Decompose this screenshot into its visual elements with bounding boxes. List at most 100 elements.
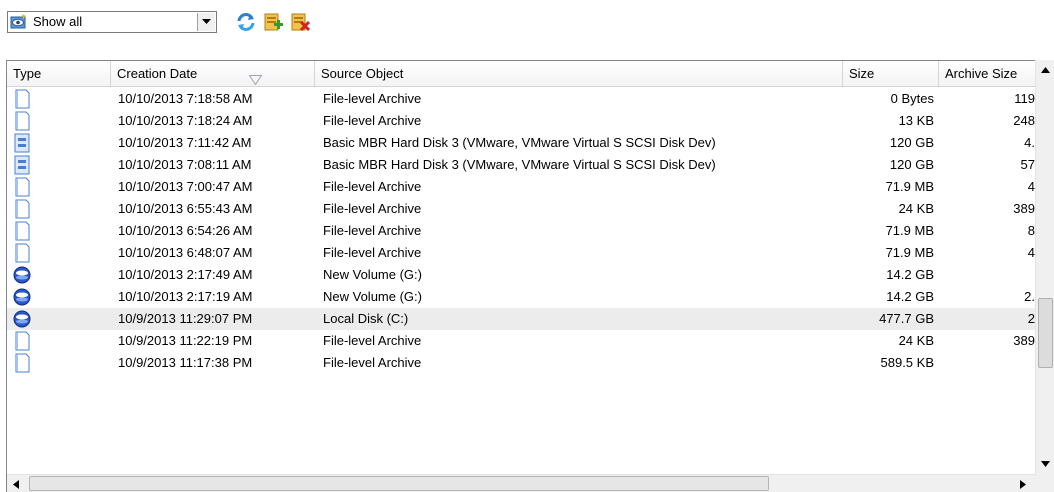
archive-size-cell: 8 bbox=[1027, 223, 1035, 238]
archive-size-cell: 4. bbox=[1024, 135, 1035, 150]
archive-size-cell: 2. bbox=[1024, 289, 1035, 304]
table-row[interactable]: 10/10/2013 6:54:26 AM File-level Archive 7… bbox=[7, 220, 1037, 242]
type-cell bbox=[9, 154, 109, 176]
table-row[interactable]: 10/9/2013 11:29:07 PM Local Disk (C:) 477.… bbox=[7, 308, 1037, 330]
file-archive-icon bbox=[13, 353, 31, 373]
volume-archive-icon bbox=[13, 287, 31, 307]
column-header-label: Type bbox=[13, 66, 42, 81]
type-cell bbox=[9, 242, 109, 264]
size-cell: 0 Bytes bbox=[890, 91, 934, 106]
type-cell bbox=[9, 352, 109, 374]
disk-archive-icon bbox=[13, 155, 31, 175]
size-cell: 24 KB bbox=[898, 333, 934, 348]
type-cell bbox=[9, 308, 109, 330]
size-cell: 14.2 GB bbox=[886, 267, 934, 282]
refresh-button[interactable] bbox=[235, 11, 257, 33]
file-archive-icon bbox=[13, 111, 31, 131]
table-row[interactable]: 10/10/2013 2:17:49 AM New Volume (G:) 14.2… bbox=[7, 264, 1037, 286]
toolbar: Show all bbox=[0, 0, 1054, 44]
size-cell: 13 KB bbox=[898, 113, 934, 128]
source-object-cell: File-level Archive bbox=[323, 91, 422, 106]
archive-size-cell: 248 bbox=[1013, 113, 1035, 128]
size-cell: 477.7 GB bbox=[879, 311, 934, 326]
source-object-cell: Basic MBR Hard Disk 3 (VMware, VMware Vi… bbox=[323, 157, 716, 172]
size-cell: 71.9 MB bbox=[885, 245, 934, 260]
creation-date-cell: 10/10/2013 6:48:07 AM bbox=[118, 245, 253, 260]
horizontal-scrollbar[interactable] bbox=[7, 474, 1035, 492]
column-header-type[interactable]: Type bbox=[7, 61, 111, 87]
file-archive-icon bbox=[13, 331, 31, 351]
size-cell: 120 GB bbox=[889, 135, 934, 150]
column-header-label: Archive Size bbox=[945, 66, 1018, 81]
archive-size-cell: 2 bbox=[1027, 311, 1035, 326]
source-object-cell: File-level Archive bbox=[323, 355, 422, 370]
volume-archive-icon bbox=[13, 309, 31, 329]
creation-date-cell: 10/10/2013 7:18:58 AM bbox=[118, 91, 253, 106]
size-cell: 24 KB bbox=[898, 201, 934, 216]
refresh-icon bbox=[235, 13, 257, 36]
creation-date-cell: 10/9/2013 11:17:38 PM bbox=[118, 355, 253, 370]
chevron-down-icon[interactable] bbox=[197, 13, 215, 31]
table-row[interactable]: 10/10/2013 6:55:43 AM File-level Archive 2… bbox=[7, 198, 1037, 220]
archive-size-cell: 4 bbox=[1027, 179, 1035, 194]
archive-size-cell: 57 bbox=[1020, 157, 1035, 172]
file-archive-icon bbox=[13, 199, 31, 219]
filter-dropdown[interactable]: Show all bbox=[7, 11, 217, 33]
table-row[interactable]: 10/10/2013 7:08:11 AM Basic MBR Hard Disk… bbox=[7, 154, 1037, 176]
scroll-left-icon[interactable] bbox=[12, 479, 20, 489]
archive-size-cell: 389 bbox=[1013, 333, 1035, 348]
type-cell bbox=[9, 88, 109, 110]
table-row[interactable]: 10/10/2013 7:18:58 AM File-level Archive 0… bbox=[7, 88, 1037, 110]
type-cell bbox=[9, 198, 109, 220]
delete-archive-button[interactable] bbox=[289, 11, 311, 33]
source-object-cell: File-level Archive bbox=[323, 179, 422, 194]
table-row[interactable]: 10/10/2013 6:48:07 AM File-level Archive 7… bbox=[7, 242, 1037, 264]
horizontal-scroll-thumb[interactable] bbox=[29, 476, 769, 491]
source-object-cell: Local Disk (C:) bbox=[323, 311, 409, 326]
table-row[interactable]: 10/9/2013 11:22:19 PM File-level Archive 2… bbox=[7, 330, 1037, 352]
file-archive-icon bbox=[13, 89, 31, 109]
column-header-size[interactable]: Size bbox=[843, 61, 939, 87]
scroll-up-icon[interactable] bbox=[1040, 66, 1051, 74]
sort-descending-icon bbox=[248, 68, 263, 86]
table-row[interactable]: 10/10/2013 7:00:47 AM File-level Archive 7… bbox=[7, 176, 1037, 198]
file-archive-icon bbox=[13, 243, 31, 263]
archive-size-cell: 389 bbox=[1013, 201, 1035, 216]
delete-archive-icon bbox=[289, 13, 311, 36]
vertical-scroll-thumb[interactable] bbox=[1038, 298, 1053, 368]
creation-date-cell: 10/10/2013 7:00:47 AM bbox=[118, 179, 253, 194]
column-header-label: Source Object bbox=[321, 66, 404, 81]
type-cell bbox=[9, 286, 109, 308]
scroll-down-icon[interactable] bbox=[1040, 460, 1051, 468]
source-object-cell: File-level Archive bbox=[323, 201, 422, 216]
creation-date-cell: 10/10/2013 6:55:43 AM bbox=[118, 201, 253, 216]
table-row[interactable]: 10/10/2013 7:11:42 AM Basic MBR Hard Disk… bbox=[7, 132, 1037, 154]
size-cell: 14.2 GB bbox=[886, 289, 934, 304]
table-row[interactable]: 10/9/2013 11:17:38 PM File-level Archive 5… bbox=[7, 352, 1037, 374]
eye-filter-icon bbox=[10, 13, 28, 31]
column-header-creation-date[interactable]: Creation Date bbox=[111, 61, 315, 87]
source-object-cell: File-level Archive bbox=[323, 245, 422, 260]
file-archive-icon bbox=[13, 221, 31, 241]
add-archive-icon bbox=[262, 13, 284, 36]
table-row[interactable]: 10/10/2013 7:18:24 AM File-level Archive 1… bbox=[7, 110, 1037, 132]
scrollbar-corner bbox=[1035, 476, 1054, 492]
vertical-scrollbar[interactable] bbox=[1035, 60, 1054, 476]
archive-size-cell bbox=[939, 352, 1035, 374]
size-cell: 120 GB bbox=[889, 157, 934, 172]
creation-date-cell: 10/10/2013 7:11:42 AM bbox=[118, 135, 252, 150]
scroll-right-icon[interactable] bbox=[1019, 479, 1027, 489]
archive-size-cell: 119 bbox=[1014, 91, 1035, 106]
type-cell bbox=[9, 110, 109, 132]
type-cell bbox=[9, 264, 109, 286]
list-header: Type Creation Date Source Object Size Ar… bbox=[7, 61, 1037, 87]
column-header-archive-size[interactable]: Archive Size bbox=[939, 61, 1037, 87]
table-row[interactable]: 10/10/2013 2:17:19 AM New Volume (G:) 14.2… bbox=[7, 286, 1037, 308]
source-object-cell: File-level Archive bbox=[323, 333, 422, 348]
column-header-source-object[interactable]: Source Object bbox=[315, 61, 843, 87]
add-archive-button[interactable] bbox=[262, 11, 284, 33]
source-object-cell: File-level Archive bbox=[323, 223, 422, 238]
source-object-cell: New Volume (G:) bbox=[323, 267, 422, 282]
type-cell bbox=[9, 220, 109, 242]
size-cell: 71.9 MB bbox=[885, 223, 934, 238]
